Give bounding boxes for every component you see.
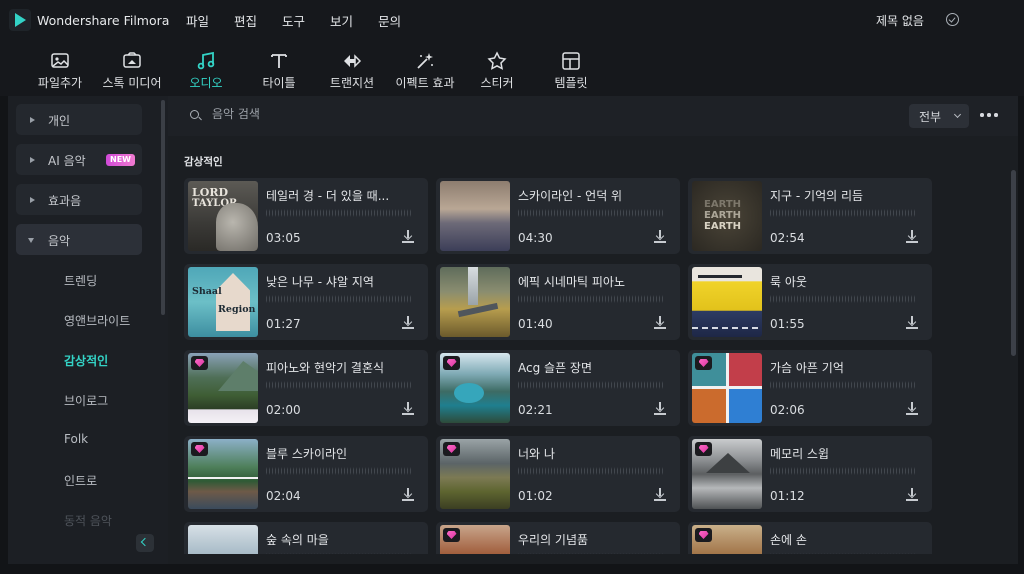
track-card[interactable]: 블루 스카이라인 02:04 bbox=[184, 436, 428, 512]
premium-icon bbox=[191, 356, 208, 370]
title-text-icon bbox=[271, 54, 287, 68]
track-thumbnail bbox=[188, 525, 258, 554]
chevron-down-icon bbox=[953, 110, 962, 119]
track-card[interactable]: 메모리 스윕 01:12 bbox=[688, 436, 932, 512]
content-scrollbar[interactable] bbox=[1011, 170, 1016, 356]
sticker-icon bbox=[487, 51, 507, 70]
image-import-icon bbox=[51, 53, 69, 68]
save-status-icon[interactable] bbox=[946, 13, 959, 26]
collapse-sidebar-button[interactable] bbox=[136, 534, 154, 552]
download-icon[interactable] bbox=[654, 316, 666, 330]
track-thumbnail bbox=[692, 267, 762, 337]
download-icon[interactable] bbox=[654, 230, 666, 244]
template-icon bbox=[562, 52, 580, 70]
filter-dropdown[interactable]: 전부 bbox=[909, 104, 969, 128]
track-thumbnail: EARTH EARTH EARTH bbox=[692, 181, 762, 251]
stock-media-icon bbox=[123, 52, 141, 68]
track-card[interactable]: 손에 손 bbox=[688, 522, 932, 554]
premium-icon bbox=[443, 528, 460, 542]
premium-icon bbox=[695, 356, 712, 370]
sidebar-section-sound-effects[interactable]: 효과음 bbox=[16, 184, 142, 215]
category-sidebar: 개인 AI 음악 NEW 효과음 음악 트렌딩 영앤브라이트 감상적인 브이로그… bbox=[8, 96, 168, 564]
chevron-right-icon bbox=[30, 157, 35, 163]
download-icon[interactable] bbox=[402, 230, 414, 244]
chevron-right-icon bbox=[30, 117, 35, 123]
track-thumbnail bbox=[440, 267, 510, 337]
track-card[interactable]: 룩 아웃 01:55 bbox=[688, 264, 932, 340]
track-card[interactable]: 숲 속의 마을 bbox=[184, 522, 428, 554]
menu-file[interactable]: 파일 bbox=[186, 11, 209, 30]
music-note-icon bbox=[197, 51, 215, 70]
menu-help[interactable]: 문의 bbox=[378, 11, 401, 30]
premium-icon bbox=[191, 442, 208, 456]
track-card[interactable]: 스카이라인 - 언덕 위 04:30 bbox=[436, 178, 680, 254]
premium-icon bbox=[695, 528, 712, 542]
download-icon[interactable] bbox=[654, 402, 666, 416]
menu-edit[interactable]: 편집 bbox=[234, 11, 257, 30]
project-title[interactable]: 제목 없음 bbox=[876, 12, 924, 29]
sidebar-section-music[interactable]: 음악 bbox=[16, 224, 142, 255]
download-icon[interactable] bbox=[906, 230, 918, 244]
tool-templates[interactable]: 템플릿 bbox=[526, 50, 616, 91]
title-bar: Wondershare Filmora 파일 편집 도구 보기 문의 제목 없음 bbox=[0, 0, 1024, 40]
more-options-icon[interactable] bbox=[980, 113, 1000, 117]
track-card[interactable]: 우리의 기념품 bbox=[436, 522, 680, 554]
download-icon[interactable] bbox=[906, 316, 918, 330]
effects-icon bbox=[417, 53, 433, 69]
download-icon[interactable] bbox=[906, 402, 918, 416]
track-card[interactable]: 너와 나 01:02 bbox=[436, 436, 680, 512]
sidebar-item-trending[interactable]: 트렌딩 bbox=[64, 272, 97, 289]
section-title: 감상적인 bbox=[184, 156, 223, 168]
filmora-logo-icon bbox=[9, 9, 31, 31]
download-icon[interactable] bbox=[654, 488, 666, 502]
track-thumbnail: LORD TAYLOR bbox=[188, 181, 258, 251]
track-card[interactable]: Acg 슬픈 장면 02:21 bbox=[436, 350, 680, 426]
track-thumbnail: Shaal Region bbox=[188, 267, 258, 337]
sidebar-section-ai-music[interactable]: AI 음악 NEW bbox=[16, 144, 142, 175]
premium-icon bbox=[443, 356, 460, 370]
track-thumbnail bbox=[440, 181, 510, 251]
download-icon[interactable] bbox=[402, 402, 414, 416]
sidebar-item-folk[interactable]: Folk bbox=[64, 432, 88, 446]
music-library-panel: 전부 감상적인 LORDTAYLOR 테일러 경 - 더 있을 때... 03:… bbox=[168, 96, 1018, 564]
sidebar-item-sentimental[interactable]: 감상적인 bbox=[64, 352, 108, 369]
track-card[interactable]: 피아노와 현악기 결혼식 02:00 bbox=[184, 350, 428, 426]
search-input[interactable] bbox=[212, 107, 612, 121]
sidebar-item-intro[interactable]: 인트로 bbox=[64, 472, 97, 489]
sidebar-section-personal[interactable]: 개인 bbox=[16, 104, 142, 135]
premium-icon bbox=[443, 442, 460, 456]
chevron-down-icon bbox=[28, 238, 34, 243]
download-icon[interactable] bbox=[402, 488, 414, 502]
track-grid: LORD TAYLOR 테일러 경 - 더 있을 때... 03:05 스카이라인… bbox=[184, 178, 944, 554]
track-card[interactable]: 가슴 아픈 기억 02:06 bbox=[688, 350, 932, 426]
track-card[interactable]: 에픽 시네마틱 피아노 01:40 bbox=[436, 264, 680, 340]
media-toolbar: 파일추가 스톡 미디어 오디오 타이틀 트랜지션 이펙트 효과 스티커 템플릿 bbox=[0, 40, 1024, 96]
transition-icon bbox=[344, 54, 362, 68]
sidebar-scrollbar[interactable] bbox=[161, 100, 165, 315]
track-card[interactable]: Shaal Region 낮은 나무 - 샤알 지역 01:27 bbox=[184, 264, 428, 340]
download-icon[interactable] bbox=[402, 316, 414, 330]
menu-view[interactable]: 보기 bbox=[330, 11, 353, 30]
download-icon[interactable] bbox=[906, 488, 918, 502]
premium-icon bbox=[695, 442, 712, 456]
menu-tools[interactable]: 도구 bbox=[282, 11, 305, 30]
search-bar: 전부 bbox=[168, 96, 1018, 136]
search-icon bbox=[190, 110, 199, 119]
track-card[interactable]: LORD TAYLOR 테일러 경 - 더 있을 때... 03:05 bbox=[184, 178, 428, 254]
sidebar-item-dynamic-music[interactable]: 동적 음악 bbox=[64, 512, 112, 529]
track-card[interactable]: EARTH EARTH EARTH 지구 - 기억의 리듬 02:54 bbox=[688, 178, 932, 254]
sidebar-item-young-bright[interactable]: 영앤브라이트 bbox=[64, 312, 130, 329]
app-name: Wondershare Filmora bbox=[37, 12, 170, 28]
menu-bar: 파일 편집 도구 보기 문의 bbox=[186, 11, 426, 30]
new-badge: NEW bbox=[106, 154, 135, 166]
sidebar-item-vlog[interactable]: 브이로그 bbox=[64, 392, 108, 409]
chevron-right-icon bbox=[30, 197, 35, 203]
